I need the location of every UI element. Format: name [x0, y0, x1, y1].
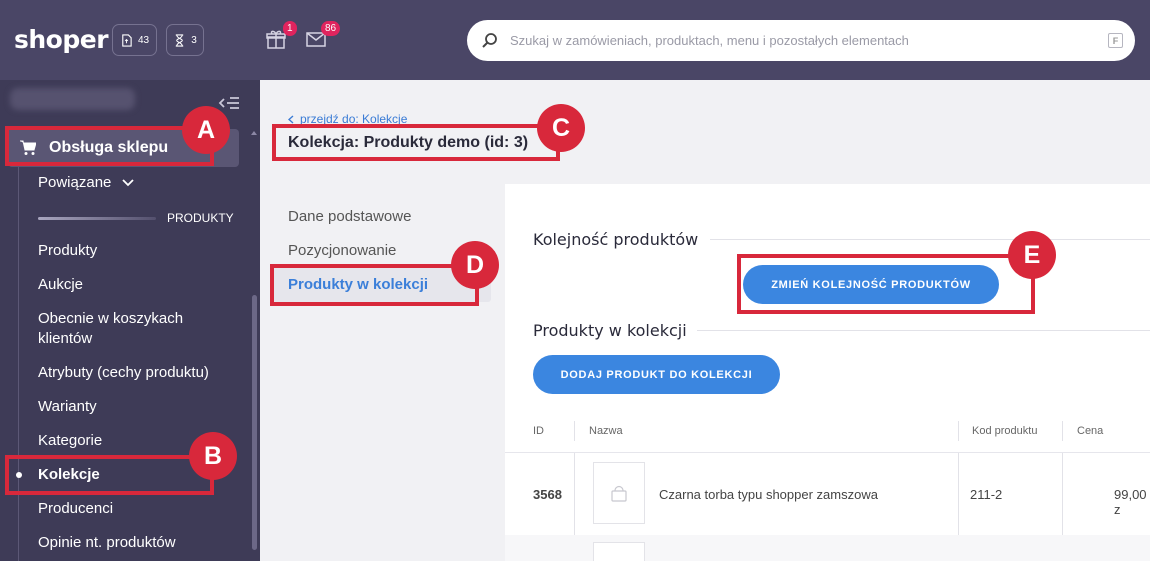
sidebar-item-carts[interactable]: Obecnie w koszykach klientów — [38, 309, 208, 349]
product-thumbnail[interactable] — [593, 462, 645, 524]
order-section-divider — [710, 239, 1150, 240]
mail-badge: 86 — [321, 21, 341, 36]
product-thumbnail[interactable] — [593, 542, 645, 561]
column-separator — [1062, 421, 1063, 441]
annotation-marker-b: B — [189, 432, 237, 480]
sidebar-item-reviews[interactable]: Opinie nt. produktów — [38, 533, 176, 553]
document-icon — [122, 33, 132, 47]
row-price: 99,00 z — [1114, 487, 1147, 517]
table-row-divider — [505, 452, 1150, 453]
hourglass-icon — [176, 33, 184, 47]
section-divider — [38, 217, 156, 220]
column-header-id[interactable]: ID — [533, 425, 544, 437]
row-code: 211-2 — [970, 487, 1003, 502]
sidebar-item-variants[interactable]: Warianty — [38, 397, 97, 417]
global-search[interactable]: Szukaj w zamówieniach, produktach, menu … — [467, 20, 1135, 61]
sidebar-item-products[interactable]: Produkty — [38, 241, 97, 261]
annotation-marker-c: C — [537, 104, 585, 152]
search-placeholder[interactable]: Szukaj w zamówieniach, produktach, menu … — [510, 33, 909, 48]
gift-badge: 1 — [283, 21, 297, 36]
top-bar: shoper 43 3 1 86 Szukaj w zamówieniach, … — [0, 0, 1150, 80]
search-icon — [482, 33, 497, 48]
collapse-sidebar-icon[interactable] — [218, 94, 240, 112]
sidebar-item-categories[interactable]: Kategorie — [38, 431, 102, 451]
search-shortcut-key: F — [1108, 33, 1123, 48]
bag-icon — [611, 485, 627, 502]
sidebar-scrollbar[interactable] — [252, 295, 257, 550]
sidebar-item-auctions[interactable]: Aukcje — [38, 275, 83, 295]
sidebar-item-attributes[interactable]: Atrybuty (cechy produktu) — [38, 363, 209, 383]
column-header-name[interactable]: Nazwa — [589, 425, 623, 437]
products-section-title: Produkty w kolekcji — [533, 321, 687, 340]
column-header-price[interactable]: Cena — [1077, 425, 1103, 437]
store-name-blurred — [10, 88, 135, 110]
add-product-button[interactable]: DODAJ PRODUKT DO KOLEKCJI — [533, 355, 780, 394]
orders-counter-button[interactable]: 43 — [112, 24, 157, 56]
subnav-seo[interactable]: Pozycjonowanie — [288, 242, 396, 259]
annotation-box-d — [270, 264, 479, 306]
scroll-up-arrow[interactable] — [251, 131, 257, 135]
pending-counter-button[interactable]: 3 — [166, 24, 204, 56]
section-heading-products: PRODUKTY — [167, 211, 234, 225]
sidebar-related-toggle[interactable]: Powiązane — [38, 173, 134, 193]
annotation-box-b — [5, 455, 214, 495]
chevron-left-icon — [288, 114, 294, 124]
annotation-marker-e: E — [1008, 231, 1056, 279]
chevron-down-icon — [121, 179, 134, 187]
row-id: 3568 — [533, 487, 562, 502]
row-name[interactable]: Czarna torba typu shopper zamszowa — [659, 487, 878, 502]
sidebar-tree-line — [18, 167, 19, 561]
annotation-box-e — [737, 254, 1035, 314]
pending-count: 3 — [191, 34, 197, 46]
column-separator — [574, 421, 575, 441]
annotation-marker-d: D — [451, 241, 499, 289]
annotation-box-c — [272, 124, 560, 161]
shoper-logo[interactable]: shoper — [14, 25, 109, 54]
column-header-code[interactable]: Kod produktu — [972, 425, 1037, 437]
products-section-divider — [697, 330, 1150, 331]
orders-count: 43 — [137, 34, 150, 46]
sidebar-item-producers[interactable]: Producenci — [38, 499, 113, 519]
subnav-basic-data[interactable]: Dane podstawowe — [288, 208, 411, 225]
annotation-marker-a: A — [182, 106, 230, 154]
order-section-title: Kolejność produktów — [533, 230, 699, 249]
column-separator — [958, 421, 959, 441]
